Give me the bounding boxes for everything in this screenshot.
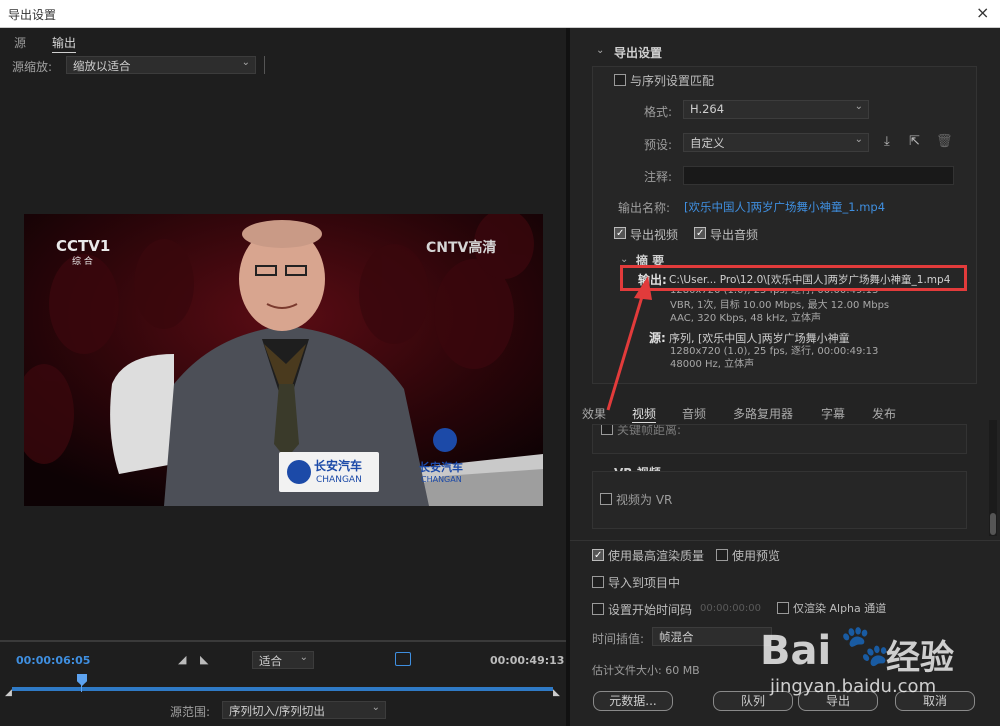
match-sequence-label: 与序列设置匹配 <box>630 74 715 88</box>
interp-value: 帧混合 <box>659 630 694 644</box>
chevron-down-icon: ⌄ <box>854 101 863 112</box>
file-size-estimate: 估计文件大小: 60 MB <box>592 664 700 677</box>
source-range-label: 源范围: <box>170 705 211 719</box>
in-point-icon[interactable]: ◢ <box>5 688 12 698</box>
current-timecode[interactable]: 00:00:06:05 <box>16 654 90 667</box>
annotation-arrow <box>606 276 652 411</box>
max-render-checkbox[interactable] <box>592 549 604 561</box>
summary-source-line-0: 序列, [欢乐中国人]两岁广场舞小神童 <box>669 332 850 345</box>
chevron-down-icon: ⌄ <box>299 652 308 663</box>
export-audio-checkbox[interactable] <box>694 227 706 239</box>
watermark-brand: Bai <box>760 628 832 674</box>
import-project-label: 导入到项目中 <box>608 576 681 590</box>
sponsor-name: 长安汽车 <box>314 458 362 473</box>
summary-collapse-icon[interactable]: ⌄ <box>620 254 628 265</box>
output-name-link[interactable]: [欢乐中国人]两岁广场舞小神童_1.mp4 <box>684 199 885 215</box>
channel-sub: 综 合 <box>72 255 93 267</box>
watermark-url: jingyan.baidu.com <box>770 676 937 697</box>
alpha-only-checkbox[interactable] <box>777 602 789 614</box>
divider <box>0 640 566 642</box>
tab-captions[interactable]: 字幕 <box>821 405 845 422</box>
playhead-line <box>81 684 82 692</box>
chevron-down-icon: ⌄ <box>241 57 250 68</box>
divider <box>264 56 265 74</box>
format-value: H.264 <box>690 102 725 116</box>
source-range-select[interactable]: 序列切入/序列切出 ⌄ <box>222 701 386 719</box>
alpha-only-label: 仅渲染 Alpha 通道 <box>793 602 887 615</box>
import-preset-icon[interactable]: ⇱ <box>909 134 920 149</box>
export-audio-label: 导出音频 <box>710 228 759 242</box>
interp-select[interactable]: 帧混合 <box>652 627 772 646</box>
zoom-value: 适合 <box>259 654 282 668</box>
start-timecode-label: 设置开始时间码 <box>608 603 693 617</box>
title-bar: 导出设置 × <box>0 0 1000 28</box>
video-frame-art: 长安汽车 CHANGAN 长安汽车 CHANGAN CCTV1 综 合 CNTV… <box>24 214 543 506</box>
export-settings-title: 导出设置 <box>614 46 663 60</box>
tab-publish[interactable]: 发布 <box>872 405 896 422</box>
output-name-label: 输出名称: <box>618 201 671 215</box>
mark-out-icon[interactable]: ◣ <box>200 653 208 666</box>
keyframe-section: 关键帧距离: <box>592 424 967 454</box>
scrollbar-thumb[interactable] <box>990 513 996 535</box>
use-preview-label: 使用预览 <box>732 549 781 563</box>
source-range-value: 序列切入/序列切出 <box>229 704 325 718</box>
comment-input[interactable] <box>683 166 954 185</box>
preset-select[interactable]: 自定义 ⌄ <box>683 133 869 152</box>
zoom-select[interactable]: 适合 ⌄ <box>252 651 314 669</box>
use-preview-checkbox[interactable] <box>716 549 728 561</box>
source-detail-line-1: 1280x720 (1.0), 25 fps, 逐行, 00:00:49:13 <box>670 346 879 357</box>
comment-label: 注释: <box>644 170 673 184</box>
tab-audio[interactable]: 音频 <box>682 405 706 422</box>
close-icon[interactable]: × <box>976 3 989 22</box>
save-preset-icon[interactable]: ⤓ <box>884 134 890 149</box>
cctv-logo: CCTV1 <box>56 237 110 255</box>
chevron-down-icon: ⌄ <box>854 134 863 145</box>
format-select[interactable]: H.264 ⌄ <box>683 100 869 119</box>
window-title: 导出设置 <box>8 8 57 22</box>
timeline-bar[interactable] <box>12 687 553 691</box>
preset-value: 自定义 <box>690 136 725 150</box>
tab-multiplexer[interactable]: 多路复用器 <box>733 405 793 422</box>
keyframe-checkbox[interactable] <box>601 425 613 435</box>
sponsor-name-en: CHANGAN <box>316 475 362 485</box>
export-video-label: 导出视频 <box>630 228 679 242</box>
collapse-icon[interactable]: ⌄ <box>596 45 604 56</box>
import-project-checkbox[interactable] <box>592 576 604 588</box>
source-scale-label: 源缩放: <box>12 60 53 74</box>
tab-output[interactable]: 输出 <box>52 34 77 53</box>
summary-output-path: C:\User... Pro\12.0\[欢乐中国人]两岁广场舞小神童_1.mp… <box>669 274 951 286</box>
chevron-down-icon: ⌄ <box>371 702 380 713</box>
video-as-vr-label: 视频为 VR <box>616 493 673 507</box>
video-as-vr-checkbox[interactable] <box>600 493 612 505</box>
source-scale-select[interactable]: 缩放以适合 ⌄ <box>66 56 256 74</box>
baidu-watermark: Bai 🐾 经验 jingyan.baidu.com <box>760 622 990 702</box>
start-timecode-checkbox[interactable] <box>592 603 604 615</box>
metadata-button[interactable]: 元数据... <box>593 691 673 711</box>
source-detail-line-2: 48000 Hz, 立体声 <box>670 359 755 370</box>
safe-margins-icon[interactable] <box>395 652 411 666</box>
format-label: 格式: <box>644 105 673 119</box>
cntv-logo: CNTV高清 <box>426 239 496 256</box>
end-timecode: 00:00:49:13 <box>490 654 565 667</box>
paw-icon: 🐾 <box>840 623 890 669</box>
match-sequence-checkbox[interactable] <box>614 74 626 86</box>
max-render-label: 使用最高渲染质量 <box>608 549 705 563</box>
tab-source[interactable]: 源 <box>14 34 26 51</box>
mark-in-icon[interactable]: ◢ <box>178 653 186 666</box>
interp-label: 时间插值: <box>592 632 645 646</box>
video-preview: 长安汽车 CHANGAN 长安汽车 CHANGAN CCTV1 综 合 CNTV… <box>24 214 543 506</box>
keyframe-label: 关键帧距离: <box>617 424 682 437</box>
export-video-checkbox[interactable] <box>614 227 626 239</box>
source-scale-value: 缩放以适合 <box>73 59 131 73</box>
preset-label: 预设: <box>644 138 673 152</box>
output-detail-line-3: AAC, 320 Kbps, 48 kHz, 立体声 <box>670 313 822 324</box>
delete-preset-icon[interactable]: 🗑 <box>936 134 953 149</box>
sponsor-name-2: 长安汽车 <box>419 460 463 474</box>
watermark-brand-2: 经验 <box>886 638 954 678</box>
start-timecode-value[interactable]: 00:00:00:00 <box>700 603 761 614</box>
sponsor-name-en-2: CHANGAN <box>421 475 462 484</box>
out-point-icon[interactable]: ◣ <box>553 688 560 698</box>
output-detail-line-2: VBR, 1次, 目标 10.00 Mbps, 最大 12.00 Mbps <box>670 300 890 311</box>
